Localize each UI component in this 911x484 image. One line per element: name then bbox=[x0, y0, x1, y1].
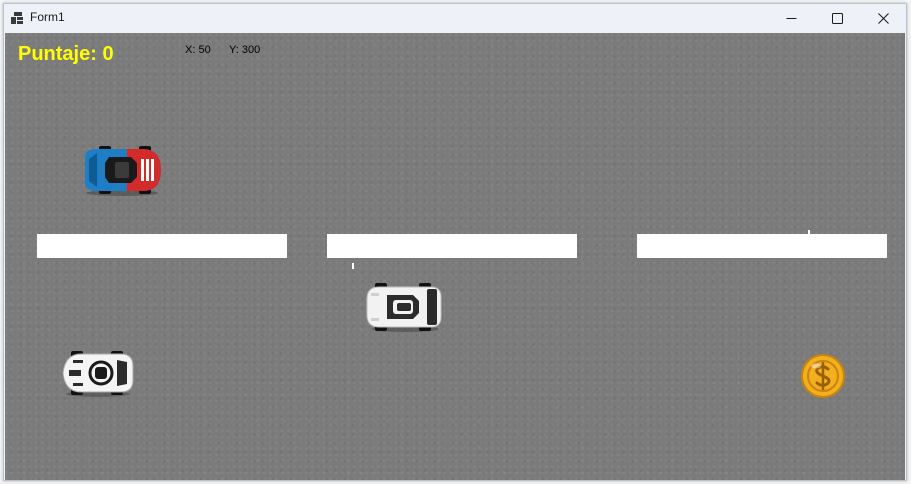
y-coordinate-label: Y: 300 bbox=[229, 44, 261, 56]
enemy-car-blue bbox=[85, 146, 161, 196]
x-coordinate-label: X: 50 bbox=[185, 44, 211, 56]
title-bar[interactable]: Form1 bbox=[4, 4, 906, 33]
maximize-button[interactable] bbox=[814, 4, 860, 33]
minimize-icon bbox=[786, 18, 796, 19]
enemy-car-white bbox=[366, 283, 442, 332]
lane-marker bbox=[637, 234, 887, 258]
player-car-white bbox=[62, 351, 134, 397]
score-label: Puntaje: 0 bbox=[18, 43, 114, 65]
lane-marker bbox=[327, 234, 577, 258]
minimize-button[interactable] bbox=[768, 4, 814, 33]
close-button[interactable] bbox=[860, 4, 906, 33]
maximize-icon bbox=[831, 13, 843, 24]
close-icon bbox=[877, 13, 889, 24]
road-speck bbox=[808, 230, 810, 235]
app-window: Form1 Puntaje: 0 X: 50 Y: 300 bbox=[3, 3, 907, 481]
game-canvas[interactable]: Puntaje: 0 X: 50 Y: 300 bbox=[5, 33, 905, 480]
dollar-coin bbox=[801, 354, 845, 398]
road-speck bbox=[352, 263, 354, 269]
lane-marker bbox=[37, 234, 287, 258]
window-title: Form1 bbox=[30, 10, 65, 24]
winforms-app-icon bbox=[11, 12, 23, 24]
